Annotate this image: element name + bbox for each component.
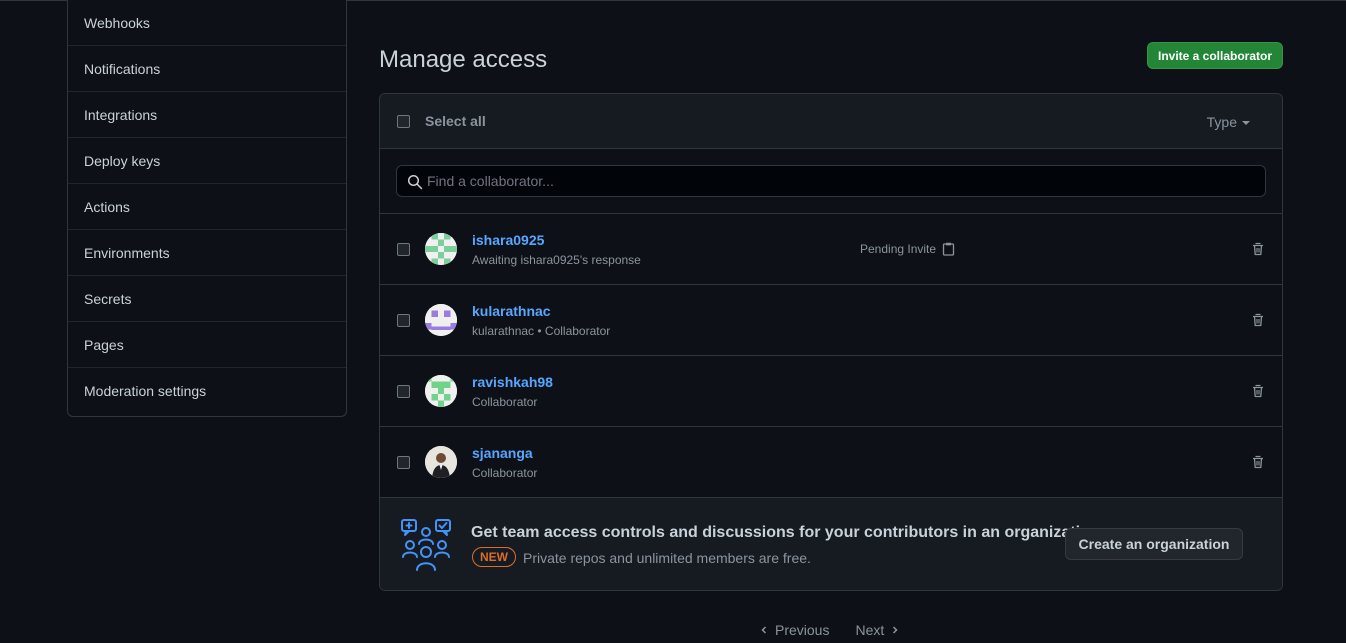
create-organization-button[interactable]: Create an organization [1065, 528, 1243, 560]
sidebar-item-notifications[interactable]: Notifications [68, 46, 346, 92]
search-field [396, 165, 1266, 197]
sidebar-item-label: Notifications [84, 60, 161, 77]
sidebar-item-moderation-settings[interactable]: Moderation settings [68, 368, 346, 414]
sidebar-item-label: Actions [84, 198, 130, 215]
member-name-link[interactable]: kularathnac [472, 303, 551, 319]
type-filter-label: Type [1206, 114, 1237, 130]
member-checkbox[interactable] [397, 243, 410, 256]
pending-invite-status: Pending Invite [860, 242, 955, 256]
settings-sidebar: Webhooks Notifications Integrations Depl… [67, 0, 347, 417]
collaborators-box: Select all Type ishara09 [379, 93, 1283, 591]
search-input[interactable] [427, 166, 1257, 196]
organization-promo: Get team access controls and discussions… [380, 498, 1282, 590]
sidebar-item-pages[interactable]: Pages [68, 322, 346, 368]
invite-collaborator-button[interactable]: Invite a collaborator [1147, 42, 1283, 69]
page-title: Manage access [379, 46, 548, 73]
sidebar-item-actions[interactable]: Actions [68, 184, 346, 230]
promo-title: Get team access controls and discussions… [471, 524, 1105, 541]
sidebar-item-environments[interactable]: Environments [68, 230, 346, 276]
avatar[interactable] [425, 375, 457, 407]
previous-page-button[interactable]: Previous [759, 622, 829, 638]
trash-icon[interactable] [1250, 454, 1266, 470]
member-name-link[interactable]: ravishkah98 [472, 374, 553, 390]
member-subtitle: Collaborator [472, 466, 538, 480]
sidebar-item-deploy-keys[interactable]: Deploy keys [68, 138, 346, 184]
sidebar-item-label: Moderation settings [84, 383, 207, 399]
sidebar-item-label: Secrets [84, 290, 132, 307]
type-filter-menu[interactable]: Type [1207, 114, 1250, 130]
caret-down-icon [1242, 121, 1250, 125]
avatar[interactable] [425, 446, 457, 478]
trash-icon[interactable] [1250, 312, 1266, 328]
trash-icon[interactable] [1250, 241, 1266, 257]
sidebar-item-webhooks[interactable]: Webhooks [68, 0, 346, 46]
search-row [380, 149, 1282, 214]
sidebar-item-label: Integrations [84, 106, 158, 123]
search-icon [407, 174, 423, 190]
previous-label: Previous [775, 622, 830, 638]
pagination: Previous Next [759, 622, 900, 638]
member-name-link[interactable]: ishara0925 [472, 232, 544, 248]
member-row: ravishkah98 Collaborator [380, 356, 1282, 427]
select-all-label: Select all [425, 113, 486, 129]
member-subtitle: Collaborator [472, 395, 538, 409]
member-checkbox[interactable] [397, 385, 410, 398]
box-header: Select all Type [380, 94, 1282, 149]
member-row: sjananga Collaborator [380, 427, 1282, 498]
sidebar-item-label: Webhooks [84, 14, 150, 31]
member-subtitle: kularathnac • Collaborator [472, 324, 611, 338]
copy-icon[interactable] [942, 242, 955, 256]
team-people-icon [401, 519, 451, 571]
member-checkbox[interactable] [397, 314, 410, 327]
member-checkbox[interactable] [397, 456, 410, 469]
chevron-left-icon [761, 626, 767, 634]
member-row: ishara0925 Awaiting ishara0925's respons… [380, 214, 1282, 285]
avatar[interactable] [425, 304, 457, 336]
pending-invite-label: Pending Invite [860, 242, 937, 256]
member-row: kularathnac kularathnac • Collaborator [380, 285, 1282, 356]
promo-subtitle: Private repos and unlimited members are … [523, 550, 811, 566]
member-subtitle: Awaiting ishara0925's response [472, 253, 641, 267]
sidebar-item-label: Environments [84, 244, 170, 261]
sidebar-item-label: Deploy keys [84, 152, 161, 169]
next-page-button[interactable]: Next [855, 622, 900, 638]
avatar[interactable] [425, 233, 457, 265]
select-all-checkbox[interactable] [397, 114, 410, 128]
new-badge: NEW [472, 547, 516, 567]
sidebar-item-integrations[interactable]: Integrations [68, 92, 346, 138]
trash-icon[interactable] [1250, 383, 1266, 399]
sidebar-item-secrets[interactable]: Secrets [68, 276, 346, 322]
chevron-right-icon [893, 626, 898, 634]
sidebar-item-label: Pages [84, 336, 124, 353]
member-name-link[interactable]: sjananga [472, 445, 533, 461]
next-label: Next [855, 622, 885, 638]
